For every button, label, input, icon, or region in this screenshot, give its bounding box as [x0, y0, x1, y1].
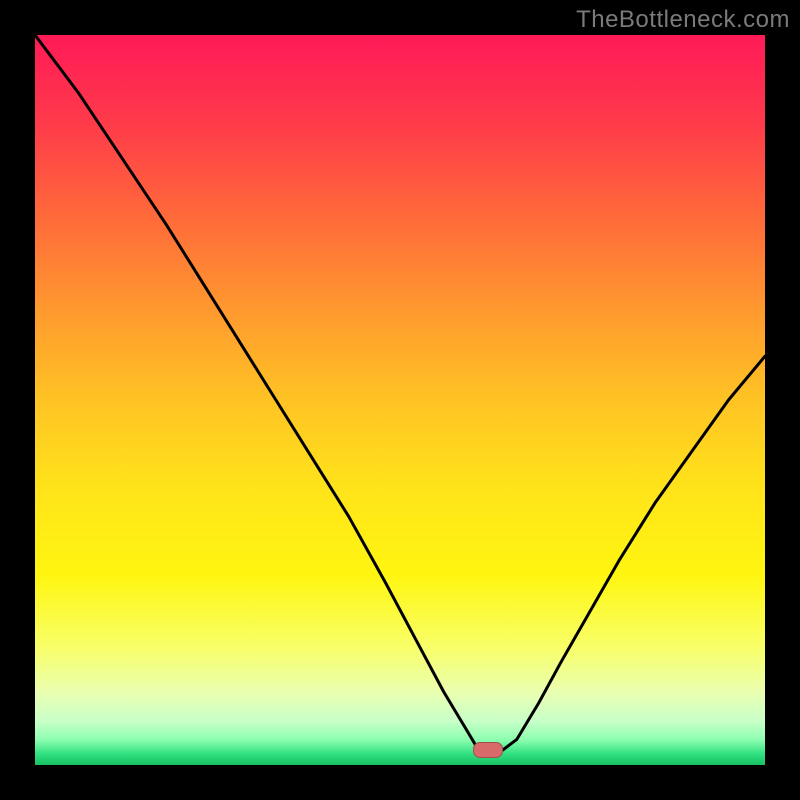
- gradient-background: [35, 35, 765, 765]
- plot-area: [35, 35, 765, 765]
- watermark-text: TheBottleneck.com: [576, 6, 790, 34]
- chart-frame: TheBottleneck.com: [0, 0, 800, 800]
- optimal-marker: [473, 742, 503, 758]
